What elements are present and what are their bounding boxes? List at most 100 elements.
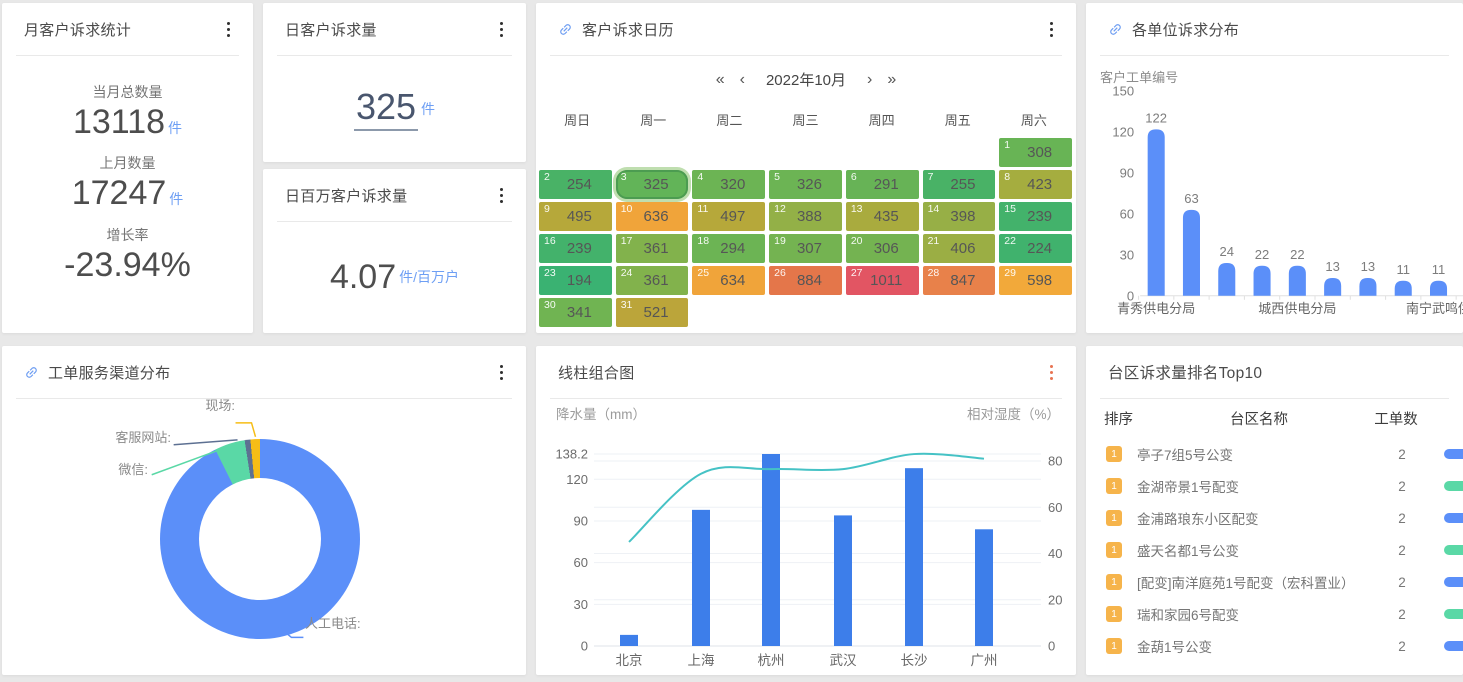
calendar-day-cell[interactable]: 1308 — [999, 138, 1072, 167]
bar[interactable] — [1289, 266, 1306, 296]
card-channel-donut: 工单服务渠道分布 人工电话:301(92.62%)微信:16(4.92%)客服网… — [2, 346, 526, 675]
bar[interactable] — [1254, 266, 1271, 296]
table-row[interactable]: 1[配变]南洋庭苑1号配变（宏科置业）2 — [1086, 566, 1463, 598]
table-row[interactable]: 1盛天名都1号公变2 — [1086, 534, 1463, 566]
weekday-label: 周一 — [615, 110, 691, 129]
bar[interactable] — [1395, 281, 1412, 296]
calendar-day-cell[interactable]: 17361 — [616, 234, 689, 263]
calendar-day-cell[interactable]: 16239 — [539, 234, 612, 263]
calendar-day-cell[interactable]: 2254 — [539, 170, 612, 199]
calendar-day-cell[interactable]: 23194 — [539, 266, 612, 295]
prev-month-button[interactable]: ‹ — [740, 72, 745, 88]
next-year-button[interactable]: » — [887, 72, 896, 88]
calendar-day-cell[interactable]: 31521 — [616, 298, 689, 327]
calendar-day-cell[interactable]: 10636 — [616, 202, 689, 231]
calendar-day-cell[interactable]: 3325 — [616, 170, 689, 199]
svg-text:90: 90 — [1120, 166, 1134, 181]
slice-name: 客服网站: — [115, 430, 171, 445]
card-title: 工单服务渠道分布 — [48, 362, 170, 383]
day-value: 320 — [712, 176, 745, 193]
stat-number: 13118 — [73, 103, 165, 141]
stat-unit: 件 — [421, 99, 435, 119]
kebab-menu-icon[interactable] — [1045, 360, 1058, 385]
combo-line[interactable] — [629, 454, 984, 542]
calendar-day-cell[interactable]: 18294 — [692, 234, 765, 263]
day-value: 326 — [789, 176, 822, 193]
card-title: 日百万客户诉求量 — [285, 185, 407, 206]
prev-year-button[interactable]: « — [716, 72, 725, 88]
svg-text:22: 22 — [1255, 247, 1269, 262]
calendar-day-cell[interactable]: 8423 — [999, 170, 1072, 199]
calendar-day-cell[interactable]: 26884 — [769, 266, 842, 295]
calendar-day-cell[interactable]: 22224 — [999, 234, 1072, 263]
table-row[interactable]: 1金湖帝景1号配变2 — [1086, 470, 1463, 502]
table-row[interactable]: 1金葫1号公变2 — [1086, 630, 1463, 662]
calendar-day-cell[interactable]: 6291 — [846, 170, 919, 199]
day-value: 1011 — [862, 272, 902, 289]
calendar-day-cell[interactable]: 12388 — [769, 202, 842, 231]
card-title: 日客户诉求量 — [285, 19, 377, 40]
order-count: 2 — [1372, 575, 1432, 590]
pie-slice-label: 人工电话:301(92.62%) — [305, 616, 361, 632]
kebab-menu-icon[interactable] — [1045, 17, 1058, 42]
day-number: 2 — [544, 171, 550, 183]
calendar-day-cell[interactable]: 14398 — [923, 202, 996, 231]
calendar-day-cell[interactable]: 13435 — [846, 202, 919, 231]
table-row[interactable]: 1亭子7组5号公变2 — [1086, 438, 1463, 470]
bar[interactable] — [1359, 278, 1376, 296]
day-number: 3 — [621, 171, 627, 183]
bar[interactable] — [1183, 210, 1200, 296]
calendar-day-cell[interactable]: 9495 — [539, 202, 612, 231]
donut-chart[interactable] — [160, 439, 360, 639]
weekday-label: 周六 — [996, 110, 1072, 129]
calendar-day-cell[interactable]: 25634 — [692, 266, 765, 295]
calendar-day-cell[interactable]: 24361 — [616, 266, 689, 295]
card-header: 月客户诉求统计 — [2, 3, 253, 55]
calendar-day-cell[interactable]: 30341 — [539, 298, 612, 327]
kebab-menu-icon[interactable] — [495, 360, 508, 385]
day-number: 27 — [851, 267, 863, 279]
calendar-day-cell[interactable]: 7255 — [923, 170, 996, 199]
table-row[interactable]: 1瑞和家园6号配变2 — [1086, 598, 1463, 630]
stat-value: 17247件 — [72, 175, 184, 212]
stat-unit: 件 — [168, 120, 182, 136]
calendar-day-cell[interactable]: 19307 — [769, 234, 842, 263]
kebab-menu-icon[interactable] — [222, 17, 235, 42]
calendar-day-cell[interactable]: 15239 — [999, 202, 1072, 231]
bar[interactable] — [1148, 129, 1165, 295]
combo-bar[interactable] — [905, 468, 923, 646]
kebab-menu-icon[interactable] — [495, 17, 508, 42]
bar[interactable] — [1218, 263, 1235, 296]
svg-text:武汉: 武汉 — [830, 653, 858, 668]
calendar-day-cell[interactable]: 4320 — [692, 170, 765, 199]
stat-value: 13118件 — [73, 104, 182, 141]
calendar-empty-cell — [769, 138, 842, 167]
table-body: 1亭子7组5号公变21金湖帝景1号配变21金浦路琅东小区配变21盛天名都1号公变… — [1086, 438, 1463, 662]
table-row[interactable]: 1金浦路琅东小区配变2 — [1086, 502, 1463, 534]
combo-bar[interactable] — [975, 529, 993, 646]
day-number: 9 — [544, 203, 550, 215]
daily-value-link[interactable]: 325 — [354, 86, 418, 131]
calendar-day-cell[interactable]: 29598 — [999, 266, 1072, 295]
slice-name: 人工电话: — [305, 616, 361, 631]
combo-bar[interactable] — [620, 635, 638, 646]
rank-badge: 1 — [1106, 478, 1122, 494]
bar[interactable] — [1430, 281, 1447, 296]
calendar-day-cell[interactable]: 271011 — [846, 266, 919, 295]
calendar-day-cell[interactable]: 20306 — [846, 234, 919, 263]
svg-text:0: 0 — [581, 639, 588, 654]
kebab-menu-icon[interactable] — [495, 183, 508, 208]
svg-text:120: 120 — [1112, 125, 1134, 140]
combo-bar[interactable] — [834, 515, 852, 646]
stat-value: -23.94% — [64, 247, 191, 284]
combo-bar[interactable] — [762, 454, 780, 646]
calendar-day-cell[interactable]: 28847 — [923, 266, 996, 295]
calendar-day-cell[interactable]: 21406 — [923, 234, 996, 263]
next-month-button[interactable]: › — [867, 72, 872, 88]
calendar-day-cell[interactable]: 11497 — [692, 202, 765, 231]
bar[interactable] — [1324, 278, 1341, 296]
day-value: 341 — [559, 304, 592, 321]
day-value: 239 — [559, 240, 592, 257]
combo-bar[interactable] — [692, 510, 710, 646]
calendar-day-cell[interactable]: 5326 — [769, 170, 842, 199]
